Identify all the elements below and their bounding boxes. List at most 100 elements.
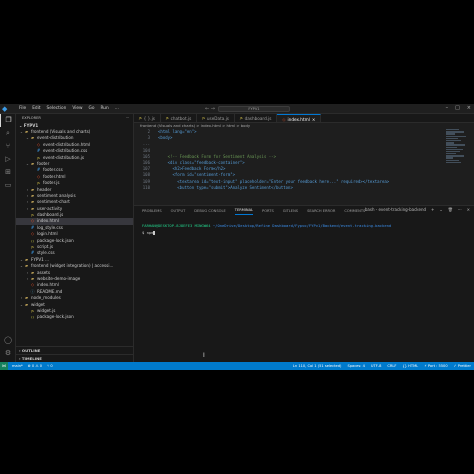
- status-right-item[interactable]: Ln 110, Col 1 (51 selected): [293, 364, 342, 368]
- more-actions-icon[interactable]: ···: [126, 114, 129, 123]
- command-center-search[interactable]: FYPV1: [218, 106, 290, 112]
- terminal-prompt-line: FARHAN@DESKTOP-8J8EFE3 MINGW64 ~/OneDriv…: [134, 223, 474, 228]
- nav-arrows-icon[interactable]: ← →: [205, 106, 215, 112]
- editor-tab[interactable]: JS chatbot.js: [161, 114, 198, 122]
- terminal-shell-label[interactable]: bash - event-tracking-backend: [365, 207, 426, 212]
- panel-tab-comments[interactable]: COMMENTS: [344, 209, 365, 213]
- status-right-item[interactable]: ✓ Prettier: [454, 364, 471, 368]
- editor-tab-label: index.html: [287, 116, 310, 122]
- remote-indicator-icon[interactable]: ⋈: [0, 362, 8, 370]
- editor-tab[interactable]: JS dashboard.js: [235, 114, 278, 122]
- menu-more[interactable]: ...: [115, 106, 119, 111]
- code-editor[interactable]: 2 <html lang="en"> 3 <body>... 104 105 <!-- F…: [134, 129, 474, 205]
- window-controls: – □ ×: [446, 105, 471, 111]
- status-bar: ⋈ main* ⊗ 0 ⚠ 0 ⑂ 0 Ln 110, Col 1 (51 sele…: [0, 362, 474, 370]
- status-right-item[interactable]: UTF-8: [371, 364, 381, 368]
- panel-actions: bash - event-tracking-backend + ⌄ 🗑 ··· …: [365, 207, 470, 212]
- terminal-user: FARHAN@DESKTOP-8J8EFE3 MINGW64: [142, 223, 211, 228]
- add-terminal-icon[interactable]: +: [431, 207, 434, 212]
- code-text: <button type="submit">Analyze Sentiment<…: [158, 184, 293, 190]
- folder-file-icon: ▰: [30, 135, 35, 141]
- editor-tab[interactable]: ◇ index.html ×: [277, 114, 322, 123]
- status-right-item[interactable]: ⚡ Port : 5500: [424, 364, 447, 368]
- timeline-label: TIMELINE: [21, 356, 42, 361]
- editor-tab-label: { }.js: [143, 116, 155, 121]
- menu-selection[interactable]: Selection: [47, 106, 67, 111]
- status-left-item[interactable]: ⊗ 0 ⚠ 0: [28, 364, 42, 368]
- minimap[interactable]: [446, 129, 468, 201]
- panel-tab-output[interactable]: OUTPUT: [171, 209, 186, 213]
- editor-area: JS{ }.js JS chatbot.js JS useData.js JS dashbo…: [134, 114, 474, 362]
- terminal-input-line[interactable]: $ npm: [134, 230, 474, 235]
- status-right-item[interactable]: {} HTML: [402, 364, 418, 368]
- trash-icon[interactable]: 🗑: [448, 207, 453, 212]
- explorer-sidebar: EXPLORER ··· ⌄ FYPV1 ⌄ ▰ frontend (Visuals…: [16, 114, 134, 362]
- source-control-icon[interactable]: ⑂: [0, 140, 16, 153]
- js-file-icon: JS: [165, 116, 169, 120]
- folder-file-icon: ▰: [24, 301, 29, 307]
- tree-file[interactable]: {} package-lock.json: [16, 314, 133, 320]
- menu-file[interactable]: File: [19, 106, 26, 111]
- status-right-item[interactable]: Spaces: 4: [347, 364, 364, 368]
- panel-tab-debug-console[interactable]: DEBUG CONSOLE: [194, 209, 225, 213]
- status-left-item[interactable]: ⑂ 0: [47, 364, 53, 368]
- panel-tab-terminal[interactable]: TERMINAL: [234, 207, 254, 215]
- status-right: Ln 110, Col 1 (51 selected) Spaces: 4 UTF-…: [293, 364, 471, 368]
- file-tree: ⌄ ▰ frontend (Visuals and charts) ⌄ ▰ event-d…: [16, 129, 133, 321]
- panel-tab-problems[interactable]: PROBLEMS: [142, 209, 162, 213]
- editor-tab-label: chatbot.js: [170, 116, 192, 121]
- remote-explorer-icon[interactable]: ▭: [0, 179, 16, 192]
- explorer-icon[interactable]: ❐: [0, 114, 16, 127]
- outline-section[interactable]: › OUTLINE: [16, 346, 133, 353]
- menu-go[interactable]: Go: [89, 106, 95, 111]
- js-file-icon: JS: [202, 116, 205, 120]
- outline-label: OUTLINE: [21, 348, 41, 353]
- gear-icon[interactable]: ⚙: [0, 347, 16, 360]
- status-left: main* ⊗ 0 ⚠ 0 ⑂ 0: [12, 364, 53, 368]
- vscode-logo-icon: ◆: [2, 104, 8, 113]
- bottom-panel: PROBLEMS OUTPUT DEBUG CONSOLE TERMINAL PORTS…: [134, 205, 474, 362]
- terminal-command: $ npm: [142, 230, 154, 235]
- tree-item-label: package-lock.json: [37, 314, 74, 320]
- js-file-icon: JS: [239, 116, 243, 120]
- ellipsis-icon[interactable]: ···: [458, 207, 462, 212]
- panel-tab-ports[interactable]: PORTS: [262, 209, 274, 213]
- explorer-header: EXPLORER ···: [16, 114, 133, 123]
- menu-run[interactable]: Run: [101, 106, 109, 111]
- panel-tab-gitlens[interactable]: GITLENS: [283, 209, 298, 213]
- maximize-icon[interactable]: □: [455, 105, 460, 111]
- activity-bar: ❐ ⌕ ⑂ ▷ ⊞ ▭ ◯ ⚙: [0, 114, 16, 362]
- status-left-item[interactable]: main*: [12, 364, 23, 368]
- terminal-cursor: [153, 231, 156, 235]
- search-icon[interactable]: ⌕: [0, 127, 16, 140]
- project-name: FYPV1: [23, 123, 39, 128]
- chevron-down-icon[interactable]: ⌄: [439, 207, 442, 212]
- title-bar: ◆ File Edit Selection View Go Run ... ← …: [0, 104, 474, 114]
- panel-tab-search-error[interactable]: SEARCH ERROR: [307, 209, 335, 213]
- code-text: <body>: [158, 135, 173, 141]
- timeline-section[interactable]: › TIMELINE: [16, 354, 133, 361]
- line-number: 110: [142, 184, 150, 190]
- minimize-icon[interactable]: –: [446, 105, 449, 111]
- account-icon[interactable]: ◯: [0, 334, 16, 347]
- extensions-icon[interactable]: ⊞: [0, 166, 16, 179]
- editor-tab[interactable]: JS useData.js: [197, 114, 235, 122]
- folder-file-icon: ▰: [30, 160, 35, 166]
- explorer-title: EXPLORER: [22, 116, 41, 120]
- terminal-path: ~/OneDrive/Desktop/Refine Dashboard/Fypv…: [212, 223, 392, 228]
- menu-view[interactable]: View: [72, 106, 82, 111]
- menu-edit[interactable]: Edit: [32, 106, 40, 111]
- editor-tab[interactable]: JS{ }.js: [134, 114, 161, 122]
- json-file-icon: {}: [30, 315, 35, 320]
- close-panel-icon[interactable]: ×: [467, 207, 470, 212]
- run-debug-icon[interactable]: ▷: [0, 153, 16, 166]
- status-right-item[interactable]: CRLF: [387, 364, 396, 368]
- close-tab-icon[interactable]: ×: [312, 115, 316, 123]
- close-icon[interactable]: ×: [467, 105, 471, 111]
- menu-bar: File Edit Selection View Go Run ...: [19, 106, 119, 111]
- code-line: 110 <button type="submit">Analyze Sentim…: [134, 185, 474, 191]
- mouse-cursor-icon: I: [203, 352, 205, 359]
- editor-tabs: JS{ }.js JS chatbot.js JS useData.js JS dashbo…: [134, 114, 474, 123]
- js-file-icon: JS: [139, 116, 142, 120]
- vscode-window: ◆ File Edit Selection View Go Run ... ← …: [0, 104, 474, 370]
